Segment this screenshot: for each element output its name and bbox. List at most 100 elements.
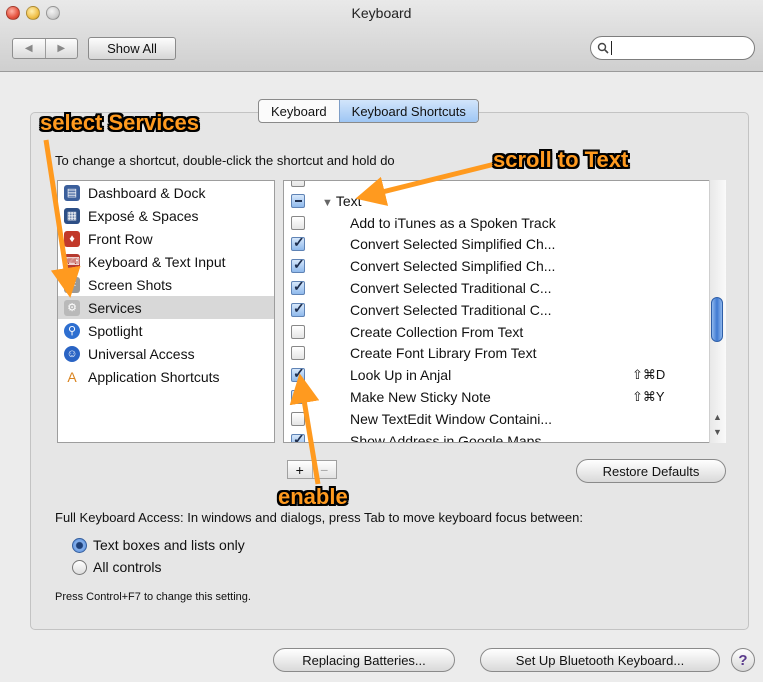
expose-icon: ▦: [64, 207, 80, 224]
group-label: Text: [335, 192, 362, 209]
shortcut-row[interactable]: Make New Sticky Note ⇧⌘Y: [284, 386, 725, 408]
add-button[interactable]: +: [288, 461, 313, 478]
toolbar: Keyboard ◀ ▶ Show All: [0, 0, 763, 72]
scroll-up-arrow-icon[interactable]: ▲: [710, 410, 725, 425]
dashboard-icon: ▤: [64, 184, 80, 201]
category-spotlight[interactable]: ⚲ Spotlight: [58, 319, 274, 342]
add-remove-control: + −: [287, 460, 337, 479]
radio-all-controls[interactable]: All controls: [72, 559, 161, 575]
replacing-batteries-button[interactable]: Replacing Batteries...: [273, 648, 455, 672]
scroll-arrows[interactable]: ▲ ▼: [710, 410, 725, 440]
category-list: ▤ Dashboard & Dock ▦ Exposé & Spaces ♦ F…: [57, 180, 275, 443]
full-keyboard-access-text: Full Keyboard Access: In windows and dia…: [55, 510, 583, 525]
enable-checkbox[interactable]: [291, 346, 305, 361]
shortcut-label: Create Font Library From Text: [350, 345, 537, 362]
enable-checkbox[interactable]: [291, 365, 305, 383]
scroll-down-arrow-icon[interactable]: ▼: [710, 425, 725, 440]
shortcut-label: Show Address in Google Maps: [350, 432, 542, 443]
back-arrow-icon[interactable]: ◀: [13, 39, 46, 58]
category-application-shortcuts[interactable]: A Application Shortcuts: [58, 365, 274, 388]
shortcut-label: Convert Selected Traditional C...: [350, 280, 552, 297]
radio-button[interactable]: [72, 559, 87, 575]
radio-button[interactable]: [72, 537, 87, 553]
text-cursor: [611, 41, 612, 55]
shortcut-label: Make New Sticky Note: [350, 389, 491, 406]
enable-checkbox[interactable]: [291, 324, 305, 339]
category-services[interactable]: ⚙ Services: [58, 296, 274, 319]
show-all-button[interactable]: Show All: [88, 37, 176, 60]
radio-label: Text boxes and lists only: [93, 537, 245, 553]
universal-access-icon: ☺: [64, 345, 80, 362]
category-screen-shots[interactable]: ✂ Screen Shots: [58, 273, 274, 296]
remove-button[interactable]: −: [313, 461, 337, 478]
keyboard-icon: ⌨: [64, 253, 80, 270]
shortcut-row[interactable]: Look Up in Anjal ⇧⌘D: [284, 364, 725, 386]
spotlight-icon: ⚲: [64, 322, 80, 339]
category-dashboard-dock[interactable]: ▤ Dashboard & Dock: [58, 181, 274, 204]
shortcut-label: Add to iTunes as a Spoken Track: [350, 214, 556, 231]
category-label: Front Row: [88, 230, 153, 247]
enable-checkbox[interactable]: [291, 300, 305, 317]
forward-arrow-icon[interactable]: ▶: [46, 39, 78, 58]
shortcut-row[interactable]: Show Address in Google Maps: [284, 430, 725, 443]
shortcut-keys[interactable]: ⇧⌘Y: [632, 389, 665, 405]
category-label: Universal Access: [88, 345, 195, 362]
category-keyboard-text-input[interactable]: ⌨ Keyboard & Text Input: [58, 250, 274, 273]
category-label: Dashboard & Dock: [88, 184, 206, 201]
shortcut-row[interactable]: Create Font Library From Text: [284, 343, 725, 365]
app-shortcuts-icon: A: [67, 368, 77, 385]
shortcut-label: Convert Selected Simplified Ch...: [350, 258, 556, 275]
shortcut-row[interactable]: Convert Selected Simplified Ch...: [284, 234, 725, 256]
category-label: Exposé & Spaces: [88, 207, 199, 224]
radio-text-boxes[interactable]: Text boxes and lists only: [72, 537, 245, 553]
shortcut-row[interactable]: Convert Selected Traditional C...: [284, 299, 725, 321]
setup-bluetooth-keyboard-button[interactable]: Set Up Bluetooth Keyboard...: [480, 648, 720, 672]
annotation-select-services: select Services: [40, 110, 200, 135]
group-checkbox[interactable]: [291, 193, 305, 208]
search-icon: [597, 42, 609, 54]
shortcut-label: Look Up in Anjal: [350, 367, 452, 384]
front-row-icon: ♦: [64, 230, 80, 247]
restore-defaults-button[interactable]: Restore Defaults: [576, 459, 726, 483]
shortcut-items: Add to iTunes as a Spoken Track Convert S…: [284, 212, 725, 443]
category-universal-access[interactable]: ☺ Universal Access: [58, 342, 274, 365]
services-gear-icon: ⚙: [64, 299, 80, 316]
tab-keyboard[interactable]: Keyboard: [259, 100, 339, 122]
enable-checkbox[interactable]: [291, 256, 305, 274]
enable-checkbox[interactable]: [291, 278, 305, 296]
shortcut-row[interactable]: Create Collection From Text: [284, 321, 725, 343]
scrollbar-thumb[interactable]: [711, 297, 723, 342]
help-button[interactable]: ?: [731, 648, 755, 672]
search-field[interactable]: [590, 36, 755, 60]
keyboard-preferences-window: Keyboard ◀ ▶ Show All Keyboard Keyboard …: [0, 0, 763, 682]
category-front-row[interactable]: ♦ Front Row: [58, 227, 274, 250]
category-expose-spaces[interactable]: ▦ Exposé & Spaces: [58, 204, 274, 227]
shortcut-row[interactable]: Convert Selected Simplified Ch...: [284, 255, 725, 277]
category-label: Spotlight: [88, 322, 143, 339]
shortcut-row[interactable]: Add to iTunes as a Spoken Track: [284, 212, 725, 234]
tab-bar: Keyboard Keyboard Shortcuts: [258, 99, 479, 123]
shortcut-label: Create Collection From Text: [350, 323, 524, 340]
enable-checkbox[interactable]: [291, 411, 305, 426]
enable-checkbox[interactable]: [291, 431, 305, 442]
category-label: Services: [88, 299, 142, 316]
tab-keyboard-shortcuts[interactable]: Keyboard Shortcuts: [338, 100, 478, 122]
group-label-wrap: ▼ Text: [322, 193, 362, 209]
instruction-text: To change a shortcut, double-click the s…: [55, 153, 395, 168]
enable-checkbox[interactable]: [291, 215, 305, 230]
shortcut-row[interactable]: Convert Selected Traditional C...: [284, 277, 725, 299]
shortcut-keys[interactable]: ⇧⌘D: [632, 367, 665, 383]
group-row-text[interactable]: ▼ Text: [284, 190, 725, 212]
shortcut-label: Convert Selected Simplified Ch...: [350, 236, 556, 253]
category-label: Screen Shots: [88, 276, 173, 293]
enable-checkbox[interactable]: [291, 387, 305, 405]
disclosure-triangle-icon[interactable]: ▼: [322, 197, 333, 209]
back-forward-control: ◀ ▶: [12, 38, 78, 59]
shortcut-row[interactable]: New TextEdit Window Containi...: [284, 408, 725, 430]
checkbox[interactable]: [291, 181, 305, 187]
category-label: Keyboard & Text Input: [88, 253, 226, 270]
enable-checkbox[interactable]: [291, 234, 305, 252]
radio-label: All controls: [93, 559, 162, 575]
list-item-partial: [284, 181, 725, 190]
annotation-scroll-to-text: scroll to Text: [493, 147, 629, 172]
